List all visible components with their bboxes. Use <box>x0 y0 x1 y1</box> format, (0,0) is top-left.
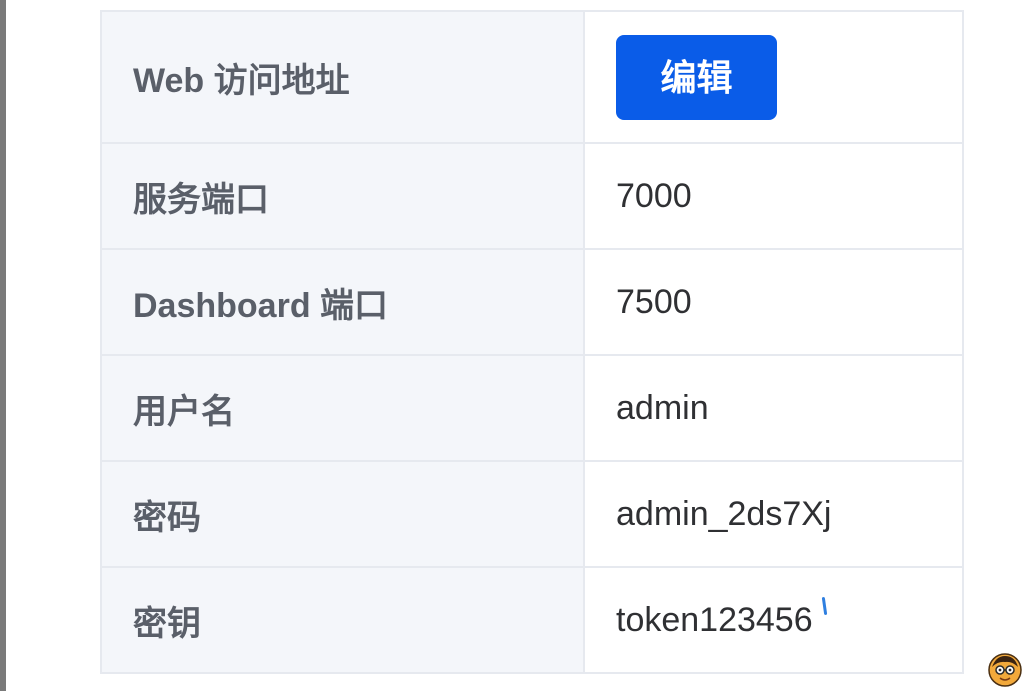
table-row-username: 用户名 admin <box>100 354 964 462</box>
server-info-table: Web 访问地址 编辑 服务端口 7000 Dashboard 端口 7500 … <box>100 10 964 674</box>
dashboard-port-value: 7500 <box>583 248 964 356</box>
table-row-secret-key: 密钥 token123456 <box>100 566 964 674</box>
table-row-password: 密码 admin_2ds7Xj <box>100 460 964 568</box>
dashboard-port-label: Dashboard 端口 <box>100 248 585 356</box>
window-left-edge <box>0 0 6 691</box>
web-address-value-cell: 编辑 <box>583 10 964 144</box>
password-label: 密码 <box>100 460 585 568</box>
table-row-web-address: Web 访问地址 编辑 <box>100 10 964 144</box>
password-value: admin_2ds7Xj <box>583 460 964 568</box>
table-row-service-port: 服务端口 7000 <box>100 142 964 250</box>
username-value: admin <box>583 354 964 462</box>
edit-button[interactable]: 编辑 <box>616 34 777 120</box>
table-row-dashboard-port: Dashboard 端口 7500 <box>100 248 964 356</box>
service-port-label: 服务端口 <box>100 142 585 250</box>
avatar-icon[interactable] <box>988 653 1022 687</box>
web-address-label: Web 访问地址 <box>100 10 585 144</box>
secret-key-value: token123456 <box>583 566 964 674</box>
service-port-value: 7000 <box>583 142 964 250</box>
username-label: 用户名 <box>100 354 585 462</box>
secret-key-label: 密钥 <box>100 566 585 674</box>
